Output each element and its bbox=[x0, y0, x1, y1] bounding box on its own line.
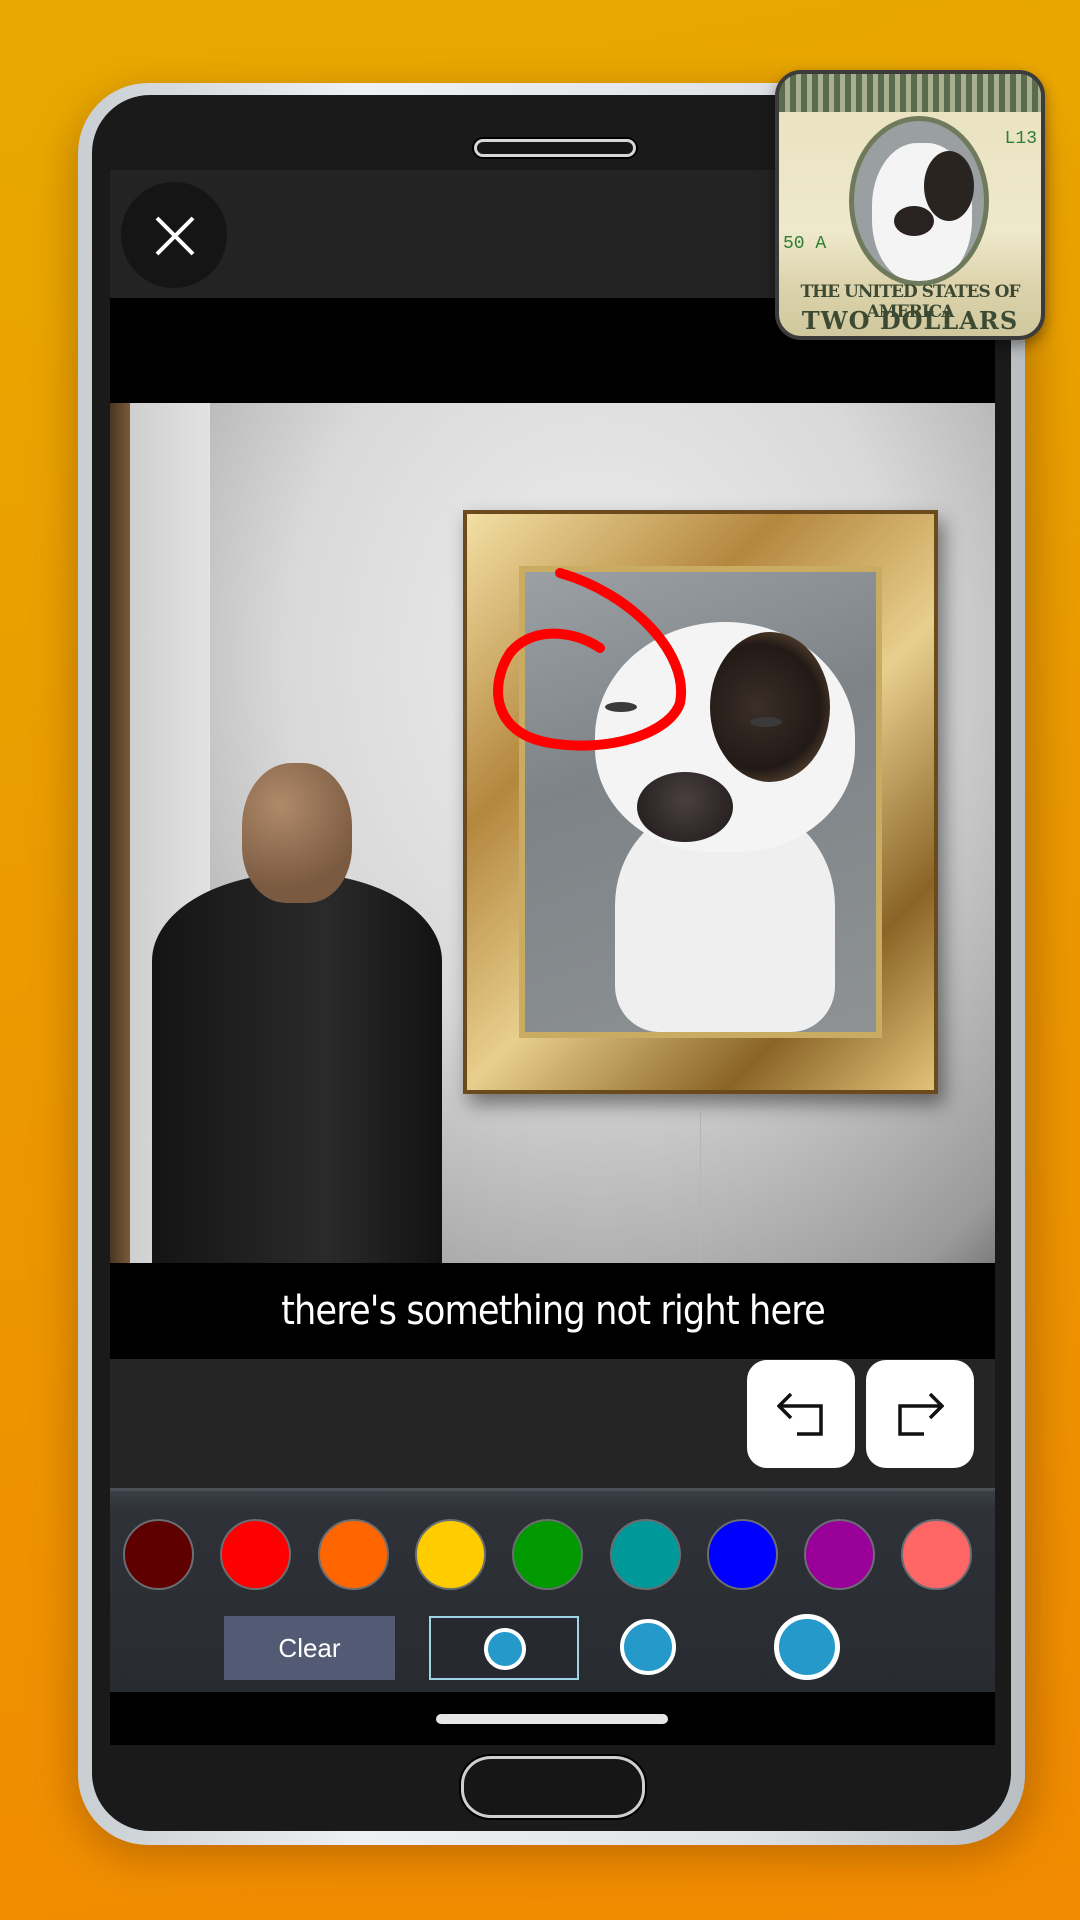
redo-arrow-icon bbox=[898, 1392, 944, 1436]
undo-redo-bar bbox=[110, 1359, 995, 1488]
pip-bill-border bbox=[779, 74, 1041, 112]
brush-size-large[interactable] bbox=[774, 1614, 840, 1680]
meme-caption: there's something not right here bbox=[280, 1288, 826, 1334]
undo-arrow-icon bbox=[777, 1392, 823, 1436]
color-swatch-teal[interactable] bbox=[609, 1519, 681, 1590]
color-swatch-red[interactable] bbox=[220, 1519, 292, 1590]
edited-photo-canvas[interactable] bbox=[110, 403, 995, 1263]
brush-size-medium[interactable] bbox=[620, 1619, 676, 1675]
brush-size-small[interactable] bbox=[429, 1616, 579, 1680]
phone-home-button[interactable] bbox=[461, 1756, 645, 1818]
caption-bar: there's something not right here bbox=[110, 1263, 995, 1359]
color-swatch-green[interactable] bbox=[512, 1519, 584, 1590]
color-swatch-salmon[interactable] bbox=[901, 1519, 973, 1590]
drawing-toolbar: Clear bbox=[110, 1488, 995, 1692]
clear-button[interactable]: Clear bbox=[224, 1616, 395, 1680]
home-gesture-pill[interactable] bbox=[436, 1714, 668, 1724]
brush-dot-small bbox=[484, 1628, 526, 1670]
redo-button[interactable] bbox=[866, 1360, 974, 1468]
pip-bill-line2: TWO DOLLARS bbox=[801, 306, 1019, 335]
brush-dot-medium bbox=[620, 1619, 676, 1675]
red-drawn-circle bbox=[493, 568, 687, 751]
system-nav-bar bbox=[110, 1692, 995, 1745]
pip-serial-left: 50 A bbox=[783, 234, 827, 254]
color-swatch-orange[interactable] bbox=[317, 1519, 389, 1590]
pip-thumbnail-dollar-bill[interactable]: 50 A L13 THE UNITED STATES OF AMERICA TW… bbox=[775, 70, 1045, 340]
pip-serial-right: L13 bbox=[1004, 129, 1037, 149]
brush-dot-large bbox=[774, 1614, 840, 1680]
close-button[interactable] bbox=[121, 182, 227, 288]
phone-speaker bbox=[474, 139, 636, 157]
color-swatch-purple[interactable] bbox=[804, 1519, 876, 1590]
undo-button[interactable] bbox=[747, 1360, 855, 1468]
color-swatch-dark-red[interactable] bbox=[123, 1519, 194, 1590]
color-swatch-blue[interactable] bbox=[706, 1519, 778, 1590]
pip-dog-patch bbox=[924, 151, 974, 221]
app-screen: there's something not right here Clear bbox=[110, 170, 995, 1745]
close-icon bbox=[155, 216, 195, 256]
pip-portrait-oval bbox=[849, 116, 989, 286]
color-swatch-yellow[interactable] bbox=[414, 1519, 486, 1590]
pip-dog-nose bbox=[894, 206, 934, 236]
